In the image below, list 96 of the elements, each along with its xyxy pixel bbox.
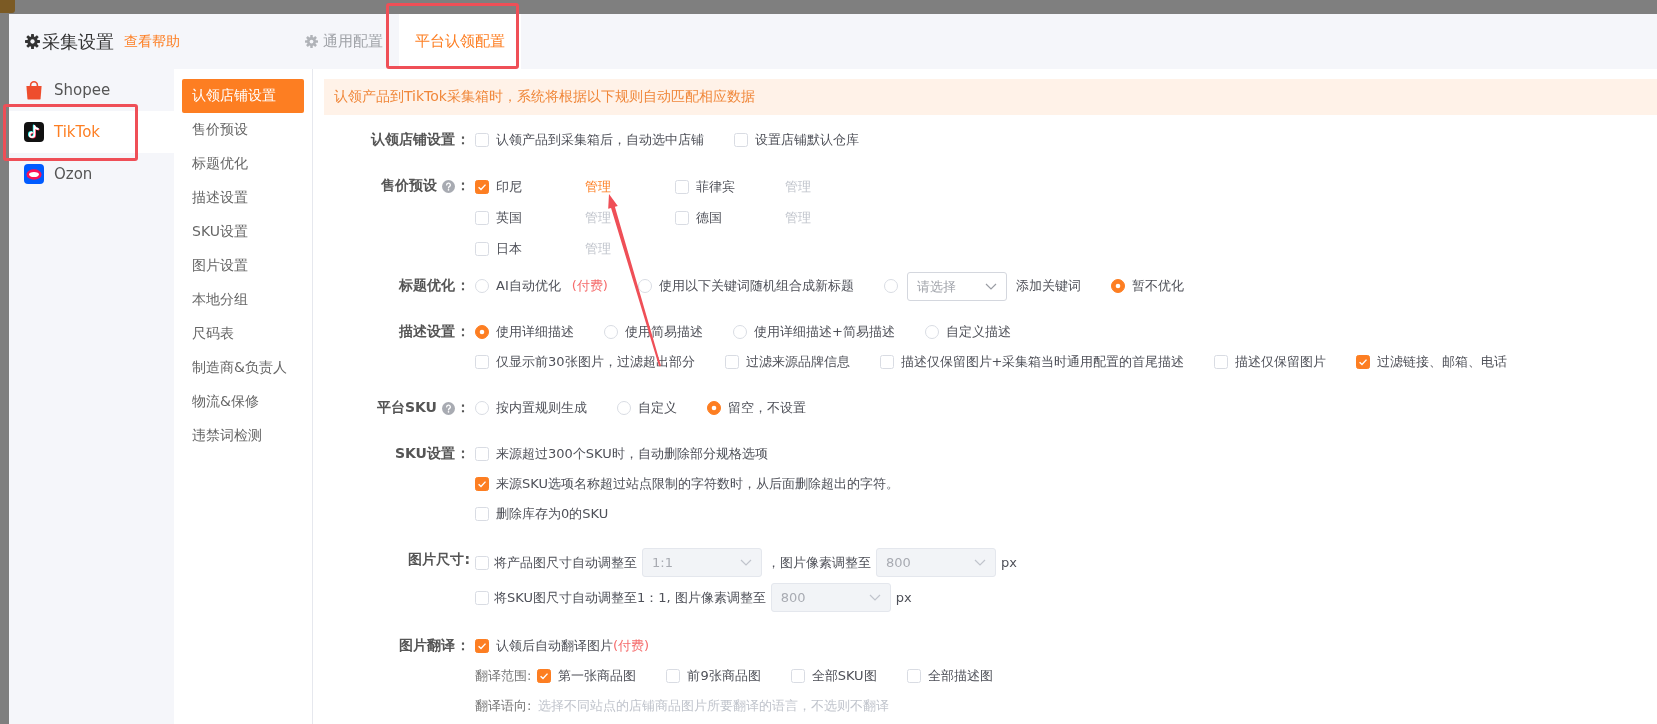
option-label: 暂不优化 (1131, 277, 1184, 295)
option-label: 全部描述图 (927, 667, 993, 685)
nav-item[interactable]: 物流&保修 (182, 385, 304, 419)
manage-link[interactable]: 管理 (585, 177, 611, 196)
option-label: 英国 (496, 208, 523, 227)
option-label: 全部SKU图 (811, 667, 877, 685)
chevron-down-icon (984, 282, 997, 290)
platform-item[interactable]: Shopee (9, 69, 174, 111)
label-colon: ： (456, 177, 470, 195)
option-label: 来源SKU选项名称超过站点限制的字符数时，从后面删除超出的字符。 (496, 475, 899, 493)
chevron-down-icon (974, 559, 986, 566)
caption-text: 翻译范围: (475, 667, 532, 685)
music-note-icon (24, 122, 44, 142)
label-colon: ： (456, 445, 470, 463)
tab[interactable]: 通用配置 (289, 14, 399, 69)
option-text: 将SKU图尺寸自动调整至1：1, 图片像素调整至 (494, 588, 766, 607)
option-label: 留空，不设置 (728, 399, 806, 417)
caption-text: 翻译语向: (475, 697, 532, 715)
field-label: 平台SKU (376, 399, 437, 417)
nav-item[interactable]: 描述设置 (182, 181, 304, 215)
option-text: 将产品图尺寸自动调整至 (494, 553, 637, 572)
option-label: 自定义 (638, 399, 677, 417)
option-label: 设置店铺默认仓库 (755, 131, 859, 149)
option-label: 删除库存为0的SKU (496, 505, 609, 523)
option-label: 德国 (696, 208, 723, 227)
radio-button[interactable] (475, 325, 489, 339)
label-colon: ： (456, 277, 470, 295)
option-label: 日本 (496, 239, 523, 258)
checkbox[interactable] (1356, 355, 1371, 369)
radio-button[interactable] (707, 401, 721, 415)
option-text: px (1001, 555, 1017, 570)
field-label: 图片尺寸: (408, 551, 470, 569)
manage-link[interactable]: 管理 (585, 208, 611, 227)
paid-tag: (付费) (613, 637, 650, 655)
nav-item[interactable]: 认领店铺设置 (182, 79, 304, 113)
option-label: 前9张商品图 (687, 667, 761, 685)
app-logo-icon (0, 0, 15, 13)
field-label: 认领店铺设置 (371, 131, 455, 149)
option-label: 使用详细描述 (496, 323, 574, 341)
manage-link[interactable]: 管理 (585, 239, 611, 258)
notice-banner: 认领产品到TikTok采集箱时，系统将根据以下规则自动匹配相应数据 (324, 79, 1657, 115)
label-colon: ： (456, 323, 470, 341)
field-label: 描述设置 (399, 323, 455, 341)
nav-item[interactable]: 制造商&负责人 (182, 351, 304, 385)
nav-item[interactable]: 图片设置 (182, 249, 304, 283)
field-label: SKU设置 (394, 445, 455, 463)
option-label: 认领后自动翻译图片 (496, 637, 613, 655)
manage-link[interactable]: 管理 (785, 208, 811, 227)
tab[interactable]: 平台认领配置 (399, 14, 521, 69)
help-link[interactable]: 查看帮助 (124, 32, 180, 51)
option-label: 印尼 (496, 177, 523, 196)
dialog-title: 采集设置 (42, 29, 114, 54)
checkbox[interactable] (475, 179, 489, 194)
option-label: AI自动优化 (496, 277, 561, 295)
nav-item[interactable]: SKU设置 (182, 215, 304, 249)
option-label: 菲律宾 (696, 177, 736, 196)
nav-item[interactable]: 售价预设 (182, 113, 304, 147)
label-colon: ： (456, 637, 470, 655)
nav-item[interactable]: 本地分组 (182, 283, 304, 317)
field-label: 标题优化 (399, 277, 455, 295)
option-text: 添加关键词 (1015, 277, 1081, 295)
gear-icon (25, 34, 40, 49)
platform-item[interactable]: TikTok (9, 111, 174, 153)
option-label: 自定义描述 (945, 323, 1011, 341)
hint-text: 选择不同站点的店铺商品图片所要翻译的语言，不选则不翻译 (538, 697, 890, 715)
manage-link[interactable]: 管理 (785, 177, 811, 196)
radio-button[interactable] (1110, 279, 1125, 293)
platform-item[interactable]: Ozon (9, 153, 174, 195)
dropdown-field[interactable]: 请选择 (906, 271, 1007, 301)
shopping-bag-icon (24, 80, 44, 100)
paid-tag: (付费) (571, 277, 608, 295)
chevron-down-icon (740, 559, 752, 566)
nav-item[interactable]: 尺码表 (182, 317, 304, 351)
label-colon: ： (456, 131, 470, 149)
checkbox[interactable] (537, 669, 552, 683)
option-label: 第一张商品图 (558, 667, 637, 685)
checkbox[interactable] (475, 477, 489, 491)
label-colon: ： (456, 399, 470, 417)
option-label: 描述仅保留图片 (1235, 353, 1327, 371)
option-label: 来源超过300个SKU时，自动删除部分规格选项 (496, 445, 768, 463)
option-label: 描述仅保留图片+采集箱当时通用配置的首尾描述 (900, 353, 1185, 371)
option-text: px (895, 590, 912, 605)
nav-item[interactable]: 违禁词检测 (182, 419, 304, 453)
nav-item[interactable]: 标题优化 (182, 147, 304, 181)
option-label: 使用详细描述+简易描述 (754, 323, 895, 341)
chevron-down-icon (868, 594, 881, 601)
option-label: 过滤链接、邮箱、电话 (1377, 353, 1508, 371)
option-label: 使用以下关键词随机组合成新标题 (658, 277, 854, 295)
option-label: 认领产品到采集箱后，自动选中店铺 (496, 131, 704, 149)
field-label: 售价预设 (381, 177, 437, 195)
ring-logo-icon (24, 164, 44, 184)
field-label: 图片翻译 (399, 637, 455, 655)
checkbox[interactable] (475, 639, 489, 653)
option-label: 过滤来源品牌信息 (745, 353, 850, 371)
option-text: ，图片像素调整至 (767, 553, 871, 572)
option-label: 按内置规则生成 (496, 399, 587, 417)
